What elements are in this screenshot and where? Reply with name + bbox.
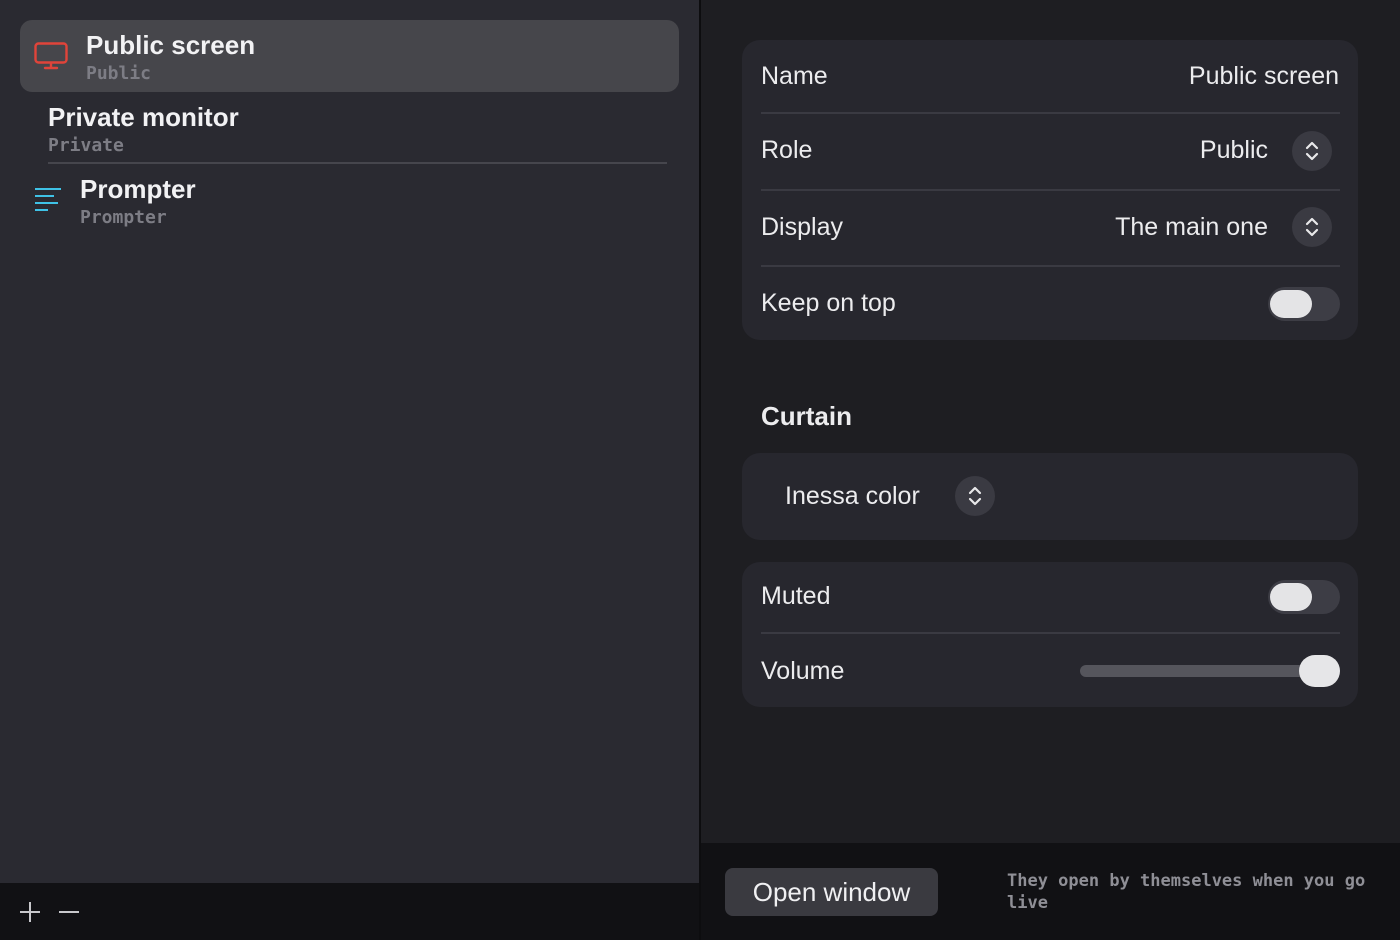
display-value[interactable]: The main one <box>1115 213 1268 242</box>
plus-icon <box>20 902 40 922</box>
sidebar-toolbar <box>0 883 699 940</box>
role-value[interactable]: Public <box>1200 136 1268 165</box>
keep-on-top-label: Keep on top <box>761 289 896 317</box>
remove-button[interactable] <box>54 897 84 927</box>
toggle-knob <box>1270 290 1312 318</box>
volume-label: Volume <box>761 657 845 685</box>
toggle-knob <box>1270 583 1312 611</box>
curtain-section-title: Curtain <box>761 401 852 431</box>
curtain-color-value[interactable]: Inessa color <box>785 482 920 511</box>
sidebar-item-title: Private monitor <box>48 102 239 132</box>
minus-icon <box>59 911 79 913</box>
chevron-up-down-icon <box>1305 217 1319 237</box>
chevron-up-down-icon <box>968 486 982 506</box>
name-label: Name <box>761 62 828 90</box>
footer-note: They open by themselves when you go live <box>1007 871 1366 913</box>
display-label: Display <box>761 213 843 241</box>
volume-slider-track[interactable] <box>1080 665 1330 677</box>
sidebar-item-subtitle: Private <box>48 135 124 156</box>
muted-toggle[interactable] <box>1268 580 1340 614</box>
display-popup-button[interactable] <box>1292 207 1332 247</box>
role-popup-button[interactable] <box>1292 131 1332 171</box>
row-separator <box>761 112 1340 114</box>
sidebar-item-title: Public screen <box>86 30 256 60</box>
lines-icon <box>34 187 62 218</box>
role-label: Role <box>761 136 813 164</box>
muted-label: Muted <box>761 582 831 610</box>
row-separator <box>761 265 1340 267</box>
monitor-icon <box>34 42 68 75</box>
sidebar-item-subtitle: Public <box>86 63 152 84</box>
volume-slider-knob[interactable] <box>1299 655 1340 687</box>
row-separator <box>761 189 1340 191</box>
open-window-button[interactable]: Open window <box>725 868 938 916</box>
add-button[interactable] <box>15 897 45 927</box>
sidebar-item-subtitle: Prompter <box>80 207 167 228</box>
keep-on-top-toggle[interactable] <box>1268 287 1340 321</box>
curtain-popup-button[interactable] <box>955 476 995 516</box>
row-separator <box>761 632 1340 634</box>
chevron-up-down-icon <box>1305 141 1319 161</box>
sidebar-item-title: Prompter <box>80 174 196 204</box>
name-field[interactable]: Public screen <box>1189 62 1339 91</box>
